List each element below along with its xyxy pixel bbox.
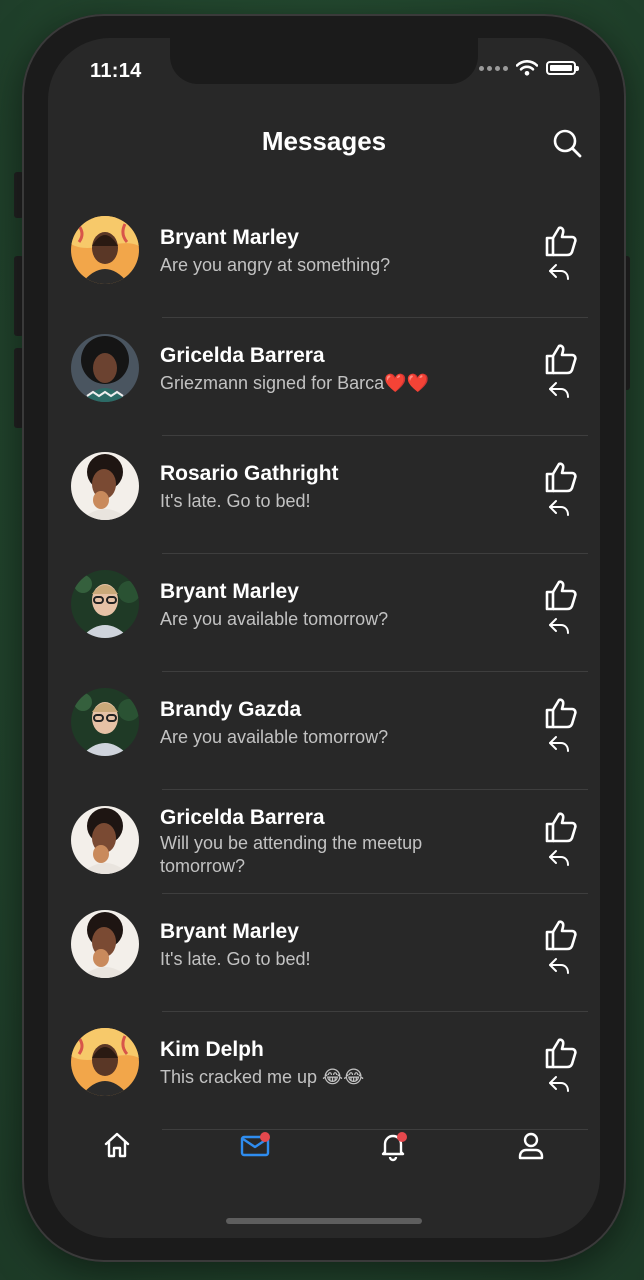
- avatar[interactable]: [71, 1028, 139, 1096]
- messages-badge: [260, 1132, 270, 1142]
- message-row[interactable]: Gricelda Barrera Griezmann signed for Bar…: [48, 318, 600, 436]
- message-row[interactable]: Bryant Marley It's late. Go to bed!: [48, 894, 600, 1012]
- sender-name: Bryant Marley: [160, 920, 299, 943]
- person-icon[interactable]: [514, 1128, 548, 1162]
- reply-icon[interactable]: [548, 262, 570, 282]
- message-preview: Griezmann signed for Barca❤️❤️: [160, 373, 429, 393]
- thumbs-up-icon[interactable]: [544, 224, 578, 258]
- notifications-badge: [397, 1132, 407, 1142]
- sender-name: Gricelda Barrera: [160, 344, 325, 367]
- message-preview: Are you available tomorrow?: [160, 609, 389, 629]
- thumbs-up-icon[interactable]: [544, 342, 578, 376]
- status-time: 11:14: [90, 60, 142, 82]
- avatar[interactable]: [71, 334, 139, 402]
- avatar[interactable]: [71, 570, 139, 638]
- search-icon[interactable]: [550, 126, 584, 160]
- wifi-icon: [516, 60, 538, 76]
- message-row[interactable]: Rosario Gathright It's late. Go to bed!: [48, 436, 600, 554]
- reply-icon[interactable]: [548, 956, 570, 976]
- thumbs-up-icon[interactable]: [544, 1036, 578, 1070]
- message-preview: Are you angry at something?: [160, 255, 391, 275]
- avatar[interactable]: [71, 806, 139, 874]
- reply-icon[interactable]: [548, 1074, 570, 1094]
- message-preview: Are you available tomorrow?: [160, 727, 389, 747]
- thumbs-up-icon[interactable]: [544, 696, 578, 730]
- message-preview: It's late. Go to bed!: [160, 949, 311, 969]
- thumbs-up-icon[interactable]: [544, 918, 578, 952]
- screen: 11:14 Messages Bryant Marley Are you angr…: [48, 38, 600, 1238]
- avatar[interactable]: [71, 216, 139, 284]
- message-list: Bryant Marley Are you angry at something?…: [48, 200, 600, 1130]
- message-preview: Will you be attending the meetup tomorro…: [160, 833, 423, 876]
- home-icon[interactable]: [100, 1128, 134, 1162]
- signal-icon: [479, 65, 508, 71]
- message-preview: It's late. Go to bed!: [160, 491, 311, 511]
- thumbs-up-icon[interactable]: [544, 810, 578, 844]
- tab-notifications[interactable]: [376, 1128, 410, 1162]
- home-indicator: [226, 1218, 422, 1224]
- thumbs-up-icon[interactable]: [544, 578, 578, 612]
- reply-icon[interactable]: [548, 616, 570, 636]
- tab-messages[interactable]: [238, 1128, 272, 1162]
- message-row[interactable]: Brandy Gazda Are you available tomorrow?: [48, 672, 600, 790]
- avatar[interactable]: [71, 688, 139, 756]
- battery-icon: [546, 61, 579, 75]
- sender-name: Gricelda Barrera: [160, 806, 325, 829]
- message-row[interactable]: Bryant Marley Are you angry at something?: [48, 200, 600, 318]
- sender-name: Bryant Marley: [160, 580, 299, 603]
- page-title: Messages: [261, 126, 387, 156]
- tab-bar: [48, 1128, 600, 1168]
- avatar[interactable]: [71, 910, 139, 978]
- sender-name: Bryant Marley: [160, 226, 299, 249]
- avatar[interactable]: [71, 452, 139, 520]
- message-row[interactable]: Bryant Marley Are you available tomorrow?: [48, 554, 600, 672]
- thumbs-up-icon[interactable]: [544, 460, 578, 494]
- status-icons: [479, 60, 579, 76]
- message-row[interactable]: Gricelda Barrera Will you be attending th…: [48, 790, 600, 894]
- reply-icon[interactable]: [548, 380, 570, 400]
- notch: [170, 38, 478, 84]
- sender-name: Kim Delph: [160, 1038, 264, 1061]
- reply-icon[interactable]: [548, 848, 570, 868]
- reply-icon[interactable]: [548, 734, 570, 754]
- sender-name: Rosario Gathright: [160, 462, 339, 485]
- message-row[interactable]: Kim Delph This cracked me up 😂😂: [48, 1012, 600, 1130]
- reply-icon[interactable]: [548, 498, 570, 518]
- message-preview: This cracked me up 😂😂: [160, 1067, 365, 1087]
- sender-name: Brandy Gazda: [160, 698, 302, 721]
